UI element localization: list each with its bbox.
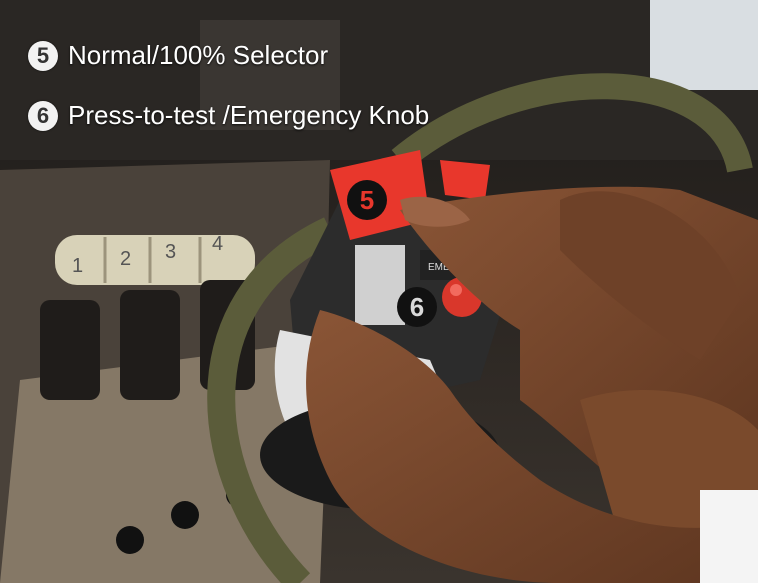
legend-label-selector: Normal/100% Selector bbox=[68, 40, 329, 70]
callout-6-emergency-knob: 6 bbox=[397, 287, 437, 327]
legend-number-6: 6 bbox=[28, 100, 58, 131]
callout-5-selector: 5 bbox=[347, 180, 387, 220]
throttle-label: 1 bbox=[72, 255, 83, 277]
throttle-label: 3 bbox=[165, 241, 176, 263]
throttle-label: 2 bbox=[120, 248, 131, 270]
legend-label-emergency-knob: Press-to-test /Emergency Knob bbox=[68, 100, 430, 130]
cockpit-photo: 1 2 3 4 EMERGENCY bbox=[0, 0, 758, 583]
legend-item-selector: 5 Normal/100% Selector bbox=[28, 40, 328, 71]
throttle-label: 4 bbox=[212, 233, 223, 255]
legend-item-emergency-knob: 6 Press-to-test /Emergency Knob bbox=[28, 100, 429, 131]
legend-number-5: 5 bbox=[28, 40, 58, 71]
